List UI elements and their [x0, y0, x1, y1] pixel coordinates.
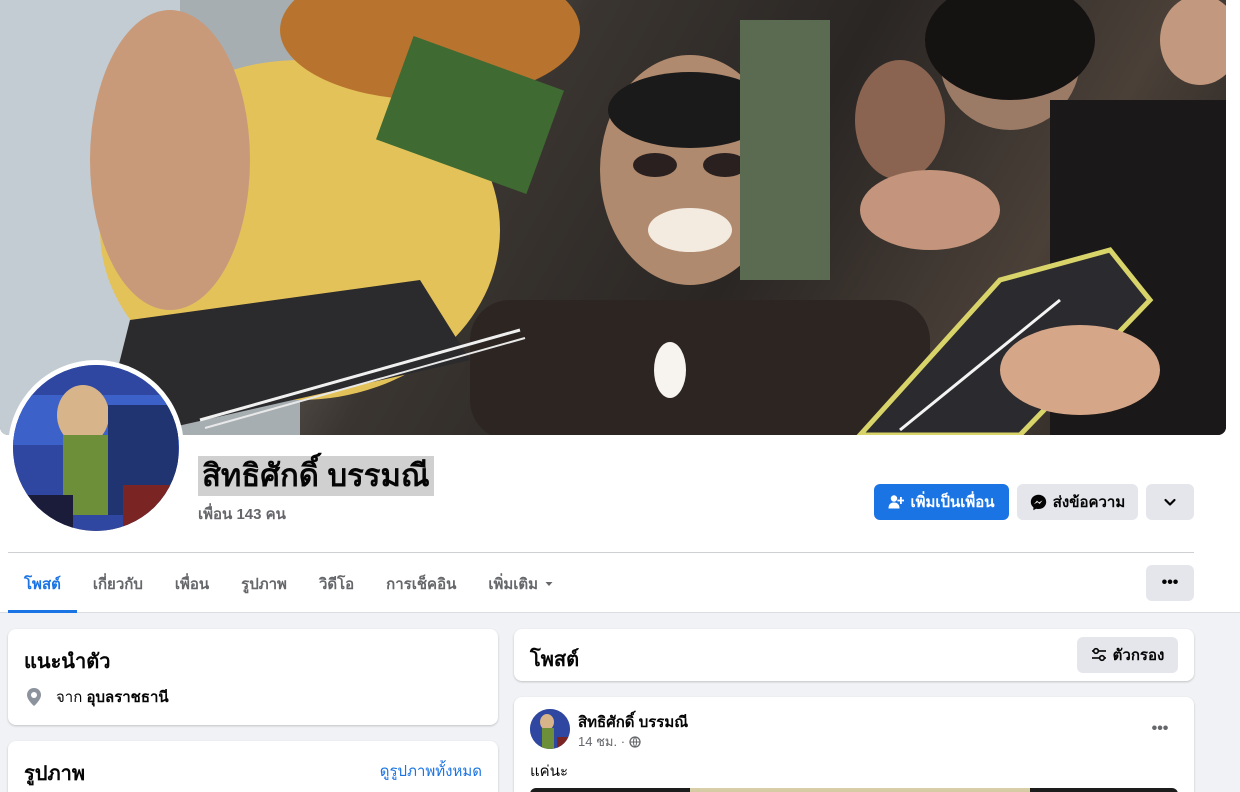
tab-more[interactable]: เพิ่มเติม [472, 555, 570, 613]
more-actions-button[interactable] [1146, 484, 1194, 520]
filter-label: ตัวกรอง [1112, 647, 1165, 664]
post-media[interactable] [530, 788, 1178, 792]
add-friend-button[interactable]: เพิ่มเป็นเพื่อน [874, 484, 1009, 520]
tab-about[interactable]: เกี่ยวกับ [77, 555, 159, 613]
posts-header-card: โพสต์ ตัวกรอง [514, 629, 1194, 681]
hometown-value[interactable]: อุบลราชธานี [86, 689, 168, 706]
intro-card: แนะนำตัว จาก อุบลราชธานี [8, 629, 498, 725]
add-person-icon [888, 495, 905, 509]
tab-friends[interactable]: เพื่อน [159, 555, 225, 613]
friend-count[interactable]: เพื่อน 143 คน [198, 502, 286, 526]
location-pin-icon [27, 688, 41, 706]
tab-posts[interactable]: โพสต์ [8, 555, 77, 613]
avatar-image [13, 365, 179, 531]
messenger-icon [1030, 494, 1046, 510]
globe-icon [629, 735, 641, 748]
profile-avatar[interactable] [8, 360, 184, 536]
photos-card: รูปภาพ ดูรูปภาพทั้งหมด [8, 741, 498, 792]
hometown-label: จาก [56, 689, 83, 706]
see-all-photos-link[interactable]: ดูรูปภาพทั้งหมด [380, 759, 482, 783]
photos-title: รูปภาพ [24, 763, 86, 785]
filter-button[interactable]: ตัวกรอง [1077, 637, 1178, 673]
tab-photos[interactable]: รูปภาพ [225, 555, 303, 613]
cover-photo-image [0, 0, 1226, 435]
post-meta: 14 ชม. · [578, 731, 641, 752]
intro-hometown: จาก อุบลราชธานี [24, 685, 169, 709]
tab-videos[interactable]: วิดีโอ [303, 555, 370, 613]
post-time[interactable]: 14 ชม. · [578, 731, 625, 752]
post-text: แค่นะ [530, 763, 569, 780]
profile-name: สิทธิศักดิ์ บรรมณี [198, 456, 434, 496]
filter-sliders-icon [1091, 647, 1106, 662]
intro-title: แนะนำตัว [24, 651, 111, 673]
profile-tabs: โพสต์ เกี่ยวกับ เพื่อน รูปภาพ วิดีโอ การ… [8, 555, 570, 613]
post-media-image [690, 788, 1030, 792]
posts-title: โพสต์ [530, 649, 580, 671]
tab-more-label: เพิ่มเติม [488, 576, 539, 593]
message-button[interactable]: ส่งข้อความ [1017, 484, 1138, 520]
post-author-avatar[interactable] [530, 709, 570, 749]
caret-down-icon [545, 582, 553, 586]
tab-checkins[interactable]: การเช็คอิน [370, 555, 472, 613]
chevron-down-icon [1164, 498, 1176, 506]
message-label: ส่งข้อความ [1052, 494, 1126, 511]
post-card: สิทธิศักดิ์ บรรมณี 14 ชม. · ••• แค่นะ [514, 697, 1194, 792]
cover-photo[interactable] [0, 0, 1226, 435]
header-separator [8, 552, 1194, 553]
post-avatar-image [530, 709, 570, 749]
post-options-button[interactable]: ••• [1142, 711, 1178, 747]
add-friend-label: เพิ่มเป็นเพื่อน [910, 494, 995, 511]
avatar [13, 365, 179, 531]
tabs-menu-button[interactable]: ••• [1146, 565, 1194, 601]
